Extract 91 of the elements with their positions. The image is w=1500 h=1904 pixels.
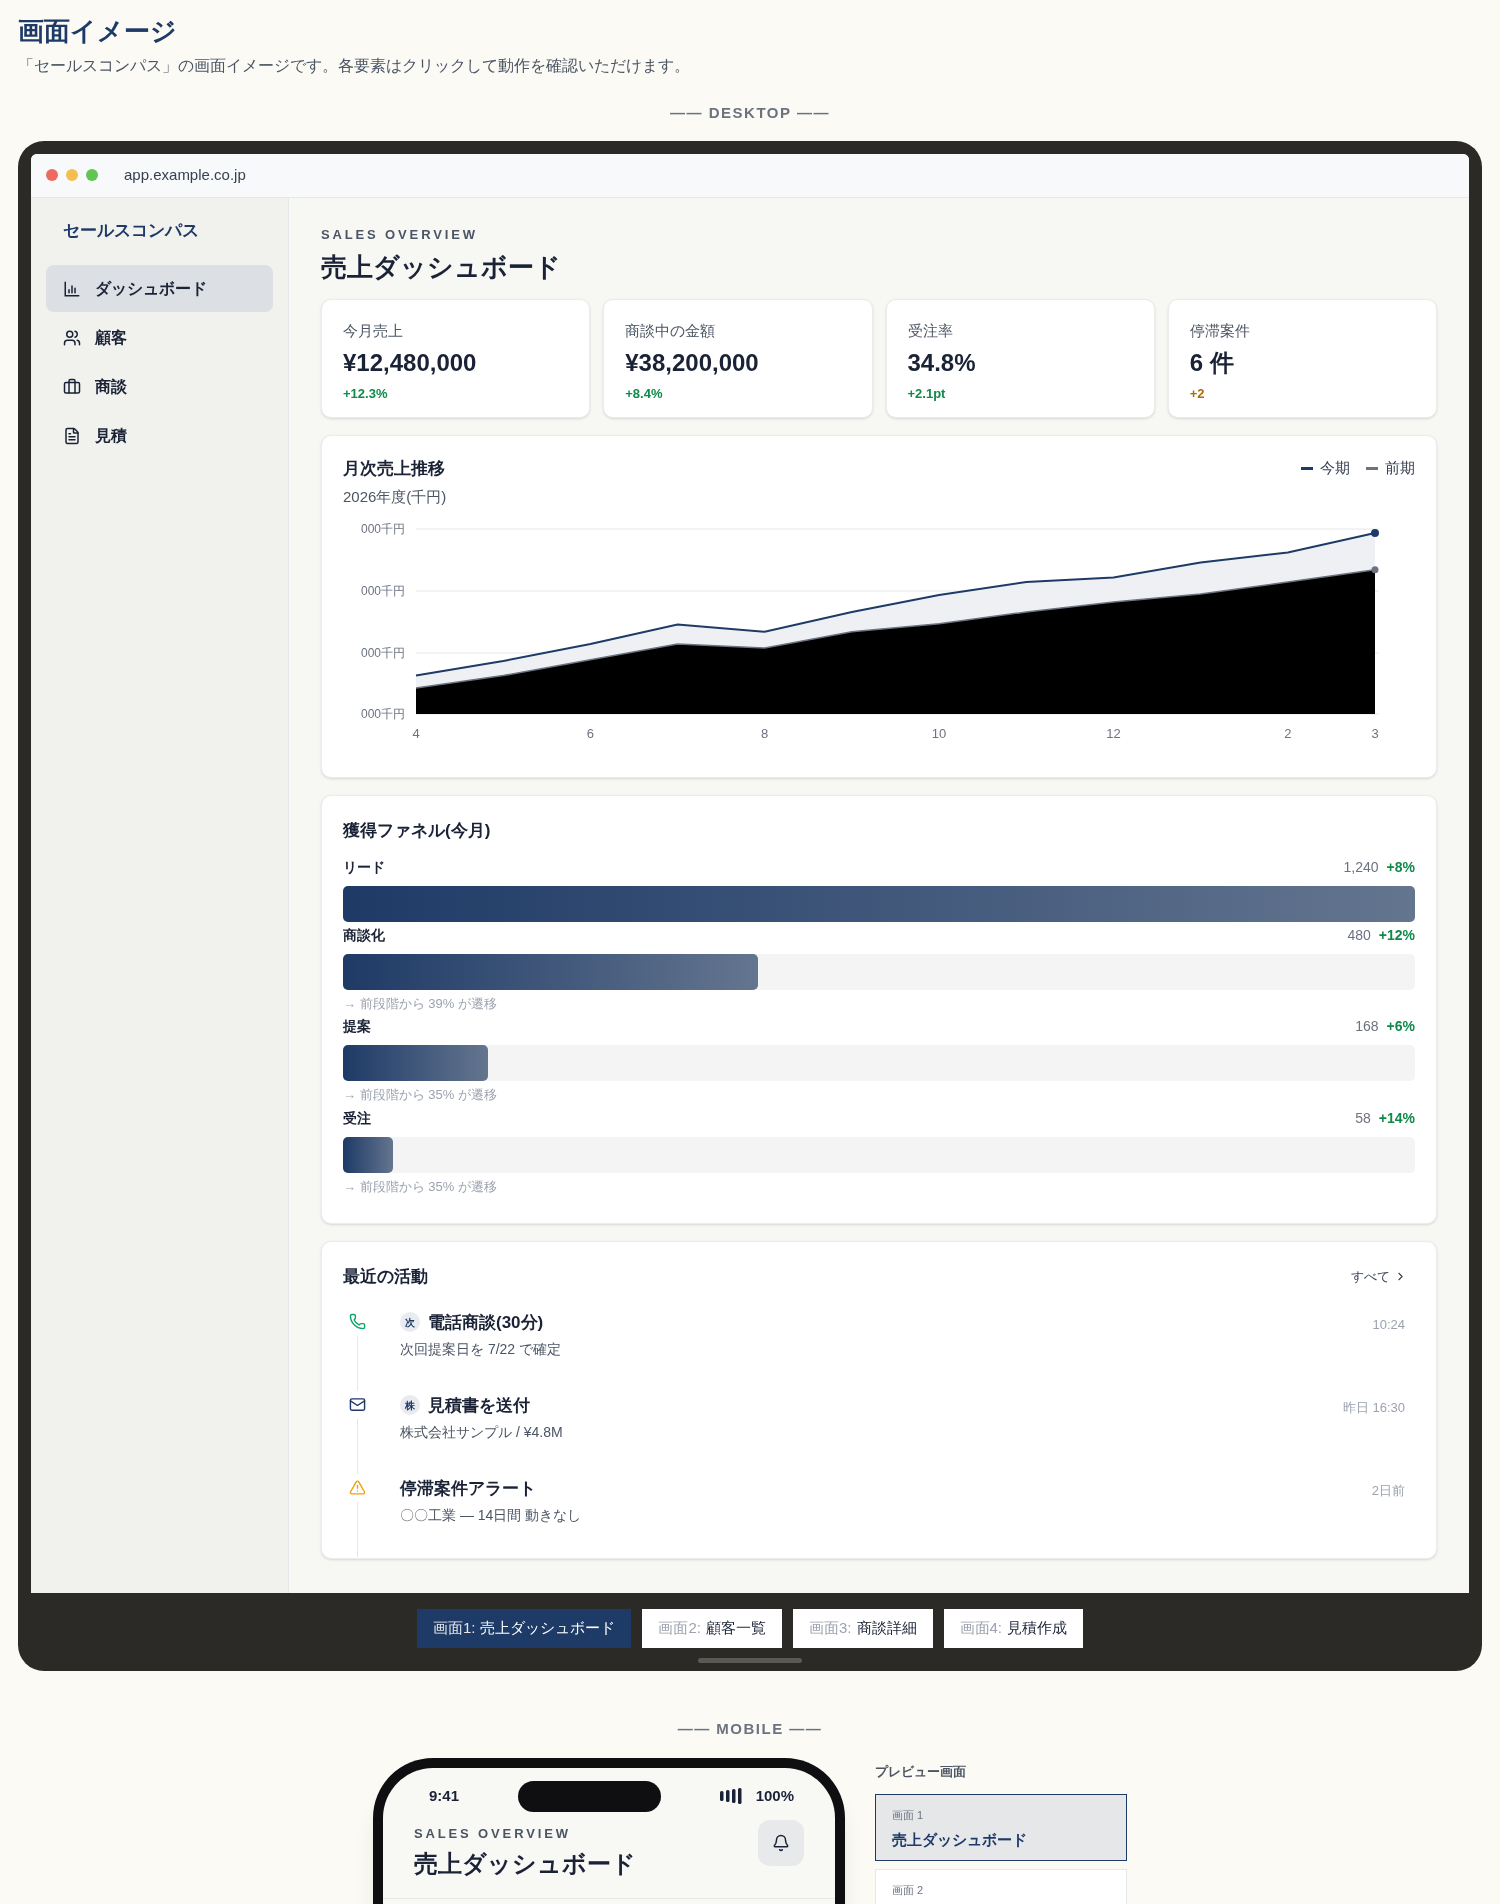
chart-subtitle: 2026年度(千円): [343, 486, 447, 507]
kpi-value: 34.8%: [907, 347, 977, 378]
kpi-label: 停滞案件: [1189, 321, 1251, 341]
screen-tab[interactable]: 画面4: 見積作成: [943, 1608, 1084, 1648]
dashboard-title: 売上ダッシュボード: [321, 251, 562, 284]
screen-tab[interactable]: 画面3: 商談詳細: [793, 1608, 933, 1648]
stage-label: リード: [343, 857, 385, 877]
stage-note: → 前段階から 39% が遷移: [343, 994, 498, 1013]
page-description: 「セールスコンパス」の画面イメージです。各要素はクリックして動作を確認いただけます。: [18, 56, 691, 76]
activity-time: 昨日 16:30: [1342, 1398, 1405, 1417]
stage-label: 受注: [343, 1108, 371, 1128]
warning-icon: [348, 1478, 366, 1496]
activity-title: 最近の活動: [343, 1266, 428, 1288]
kpi-value: 6 件: [1189, 347, 1235, 378]
signal-icon: [719, 1788, 744, 1804]
activity-title: 停滞案件アラート: [400, 1477, 536, 1500]
section-label: —— DESKTOP ——: [670, 103, 830, 123]
stage-label: 商談化: [343, 925, 385, 945]
stage-note: → 前段階から 35% が遷移: [343, 1086, 498, 1104]
dashboard-title: 売上ダッシュボード: [414, 1848, 636, 1879]
users-icon: [63, 328, 81, 347]
kpi-label: 受注率: [907, 321, 954, 341]
preview-item[interactable]: 画面 2: [875, 1868, 1127, 1904]
stage-delta: +14%: [1378, 1108, 1415, 1128]
activity-detail: 〇〇工業 — 14日間 動きなし: [400, 1506, 583, 1525]
stage-delta: +12%: [1378, 925, 1415, 945]
current-point: [1371, 529, 1379, 537]
bar-chart-icon: [63, 279, 81, 298]
stage-note: → 前段階から 35% が遷移: [343, 1177, 498, 1196]
battery-level: 100%: [755, 1785, 794, 1806]
previous-point: [1371, 566, 1379, 574]
x-axis-label: 2: [1284, 726, 1292, 741]
stage-count: 58: [1355, 1108, 1371, 1128]
eyebrow-label: SALES OVERVIEW: [321, 225, 479, 244]
x-axis-label: 10: [931, 726, 947, 741]
section-label: —— MOBILE ——: [677, 1718, 823, 1739]
status-time: 9:41: [429, 1785, 460, 1806]
chart-title: 月次売上推移: [343, 458, 446, 480]
url-text: app.example.co.jp: [124, 164, 246, 185]
y-axis-label: 000千円: [360, 522, 405, 536]
brand-name: セールスコンパス: [62, 219, 200, 242]
kpi-delta: +2.1pt: [907, 384, 947, 403]
activity-title: 見積書を送付: [428, 1394, 530, 1417]
activity-badge: 株: [400, 1395, 420, 1416]
sidebar-item[interactable]: 見積: [46, 412, 273, 459]
stage-label: 提案: [343, 1017, 371, 1036]
mail-icon: [348, 1395, 366, 1413]
x-axis-label: 8: [761, 726, 769, 741]
x-axis-label: 12: [1106, 726, 1121, 741]
phone-icon: [348, 1312, 366, 1330]
x-axis-label: 3: [1371, 726, 1379, 741]
kpi-delta: +8.4%: [625, 384, 664, 403]
x-axis-label: 4: [412, 726, 420, 741]
bell-icon: [772, 1834, 790, 1852]
sidebar-item[interactable]: 顧客: [46, 314, 273, 361]
sidebar-item[interactable]: ダッシュボード: [46, 265, 273, 312]
stage-count: 1,240: [1343, 857, 1379, 877]
screen-tab[interactable]: 画面2: 顧客一覧: [642, 1608, 782, 1648]
eyebrow-label: SALES OVERVIEW: [414, 1825, 572, 1843]
stage-count: 168: [1355, 1017, 1379, 1036]
activity-badge: 次: [400, 1312, 420, 1333]
y-axis-label: 000千円: [360, 646, 405, 660]
sidebar-item[interactable]: 商談: [46, 363, 273, 410]
kpi-value: ¥38,200,000: [625, 347, 760, 378]
page-title: 画面イメージ: [18, 15, 178, 48]
kpi-value: ¥12,480,000: [343, 347, 478, 378]
funnel-title: 獲得ファネル(今月): [343, 820, 492, 842]
y-axis-label: 000千円: [360, 584, 405, 598]
preview-item[interactable]: 画面 1 売上ダッシュボード: [875, 1793, 1127, 1861]
x-axis-label: 6: [586, 726, 594, 741]
activity-time: 2日前: [1371, 1481, 1405, 1500]
stage-delta: +6%: [1386, 1017, 1415, 1036]
kpi-label: 商談中の金額: [625, 321, 717, 341]
y-axis-label: 000千円: [360, 707, 405, 721]
briefcase-icon: [63, 377, 81, 396]
legend-label: 今期: [1320, 457, 1350, 478]
kpi-label: 今月売上: [343, 321, 404, 341]
activity-detail: 株式会社サンプル / ¥4.8M: [400, 1423, 564, 1442]
activity-time: 10:24: [1372, 1315, 1405, 1334]
preview-title: プレビュー画面: [875, 1763, 967, 1781]
document-icon: [63, 426, 81, 445]
notification-button[interactable]: [758, 1820, 804, 1866]
screen-tab[interactable]: 画面1: 売上ダッシュボード: [416, 1608, 632, 1648]
stage-delta: +8%: [1386, 857, 1415, 877]
activity-title: 電話商談(30分): [428, 1311, 544, 1334]
legend-label: 前期: [1385, 457, 1415, 478]
stage-count: 480: [1347, 925, 1371, 945]
kpi-delta: +2: [1189, 384, 1206, 403]
kpi-delta: +12.3%: [343, 384, 389, 403]
activity-detail: 次回提案日を 7/22 で確定: [400, 1340, 563, 1359]
view-all-link[interactable]: すべて: [1351, 1267, 1407, 1287]
